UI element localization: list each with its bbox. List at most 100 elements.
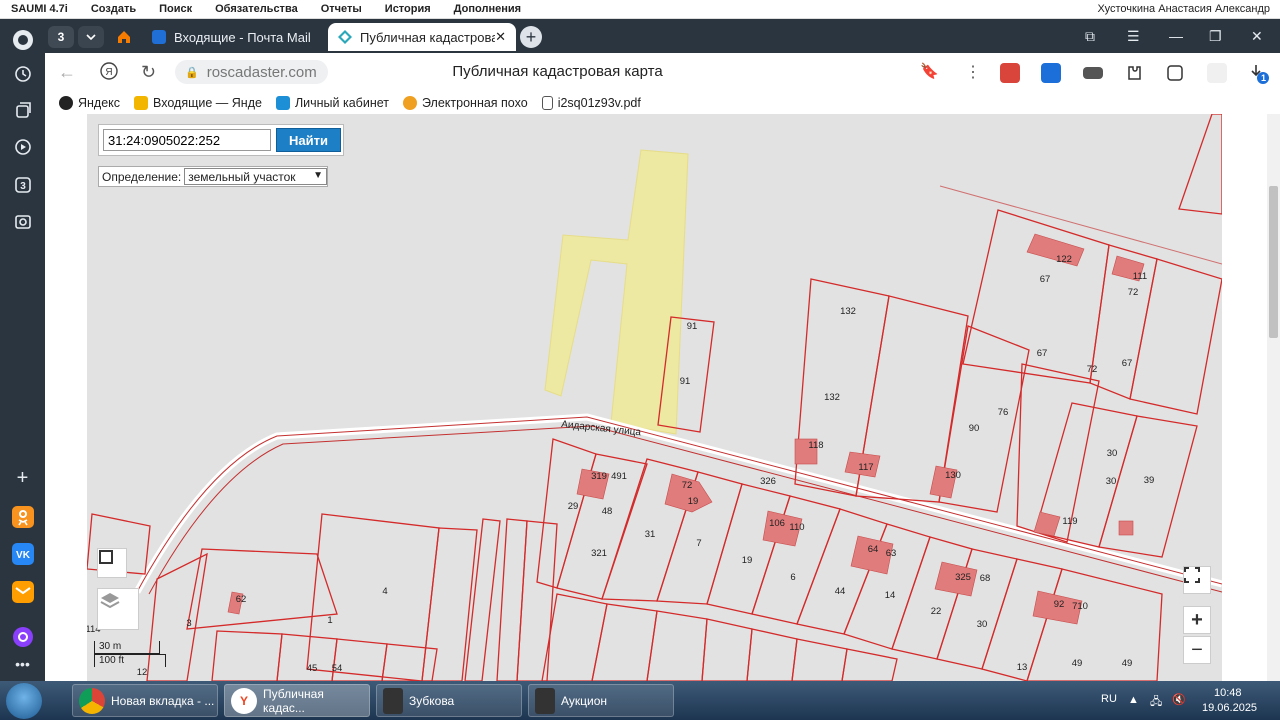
find-button[interactable]: Найти <box>276 128 341 152</box>
menu-search[interactable]: Поиск <box>148 3 204 15</box>
new-tab-button[interactable]: + <box>520 26 542 48</box>
menu-reports[interactable]: Отчеты <box>310 3 374 15</box>
chevron-down-icon: ▼ <box>313 170 323 181</box>
messenger-icon[interactable] <box>10 624 35 649</box>
history-icon[interactable] <box>10 61 35 86</box>
alice-icon[interactable] <box>10 27 35 52</box>
parcel-number-label: 710 <box>1072 601 1088 612</box>
fullscreen-button[interactable] <box>1183 566 1211 594</box>
volume-muted-icon[interactable]: 🔇 <box>1172 693 1186 706</box>
bookmark-cabinet[interactable]: Личный кабинет <box>275 95 389 110</box>
language-indicator[interactable]: RU <box>1101 693 1117 705</box>
clock-time[interactable]: 10:48 <box>1214 687 1242 699</box>
menu-app-name[interactable]: SAUMI 4.7i <box>0 3 80 15</box>
mail-icon <box>134 95 149 110</box>
parcel-number-label: 319 <box>591 471 607 482</box>
parcel-number-label: 326 <box>760 476 776 487</box>
clock-date[interactable]: 19.06.2025 <box>1202 702 1257 714</box>
tray-expand-icon[interactable]: ▲ <box>1128 694 1139 706</box>
close-window-icon[interactable]: ✕ <box>1251 28 1263 45</box>
definition-select[interactable]: земельный участок ▼ <box>184 168 327 185</box>
app-menubar: SAUMI 4.7i Создать Поиск Обязательства О… <box>0 0 1280 19</box>
bookmark-mail[interactable]: Входящие — Янде <box>134 95 262 110</box>
extension-1-icon[interactable] <box>1000 63 1020 83</box>
add-icon[interactable]: + <box>10 466 35 491</box>
browser-sidebar: 3 + VK ••• <box>0 19 45 681</box>
screenshot-icon[interactable] <box>10 209 35 234</box>
yandex-icon[interactable]: Я <box>100 62 118 85</box>
selected-parcel[interactable] <box>544 149 689 435</box>
menu-icon[interactable]: ☰ <box>1127 28 1140 45</box>
close-tab-icon[interactable]: ✕ <box>495 29 506 45</box>
taskbar-item-auction[interactable]: Аукцион <box>528 684 674 717</box>
home-icon[interactable] <box>111 26 137 48</box>
parcel-number-label: 4 <box>382 586 387 597</box>
bookmark-tabs-icon[interactable]: ⧉ <box>1085 28 1095 45</box>
cadastral-number-input[interactable] <box>103 129 271 151</box>
zoom-in-button[interactable]: + <box>1183 606 1211 634</box>
bookmark-electronic[interactable]: Электронная похо <box>402 95 528 110</box>
odnoklassniki-icon[interactable] <box>10 504 35 529</box>
counter-icon[interactable]: 3 <box>10 172 35 197</box>
parcel-number-label: 64 <box>868 544 879 555</box>
layers-button[interactable] <box>97 588 139 630</box>
start-button[interactable] <box>6 683 42 719</box>
more-icon[interactable]: ••• <box>10 651 35 676</box>
parcel-number-label: 325 <box>955 572 971 583</box>
tabs-dropdown-icon[interactable] <box>78 26 104 48</box>
parcel-number-label: 30 <box>1106 476 1117 487</box>
bookmark-pdf[interactable]: i2sq01z93v.pdf <box>541 95 641 110</box>
vk-icon[interactable]: VK <box>10 541 35 566</box>
bookmark-yandex[interactable]: Яндекс <box>59 95 120 110</box>
parcel-number-label: 321 <box>591 548 607 559</box>
url-field[interactable]: 🔒 roscadaster.com <box>175 60 328 84</box>
mail-app-icon[interactable] <box>10 579 35 604</box>
network-icon[interactable]: 🖧 <box>1150 693 1162 712</box>
parcel-number-label: 7 <box>696 538 701 549</box>
taskbar-item-zubkova[interactable]: Зубкова <box>376 684 522 717</box>
parcel-number-label: 49 <box>1122 658 1133 669</box>
extension-4-icon[interactable] <box>1207 63 1227 83</box>
app-icon <box>383 687 403 714</box>
tab-counter[interactable]: 3 <box>48 26 74 48</box>
parcel-number-label: 491 <box>611 471 627 482</box>
extensions-icon[interactable] <box>1124 63 1144 83</box>
page-scrollbar[interactable] <box>1267 114 1280 681</box>
tab-cadastral[interactable]: Публичная кадастрова ✕ <box>328 23 516 51</box>
collections-icon[interactable] <box>10 97 35 122</box>
zoom-out-button[interactable]: − <box>1183 636 1211 664</box>
extension-3-icon[interactable] <box>1083 67 1103 79</box>
parcel-number-label: 22 <box>931 606 942 617</box>
tab-mail-label: Входящие - Почта Mail <box>174 29 311 45</box>
taskbar-item-chrome[interactable]: Новая вкладка - ... <box>72 684 218 717</box>
svg-text:3: 3 <box>20 181 26 192</box>
menu-history[interactable]: История <box>374 3 443 15</box>
parcel-number-label: 30 <box>977 619 988 630</box>
profile-icon[interactable] <box>1165 63 1185 83</box>
back-icon[interactable]: ← <box>58 62 76 83</box>
menu-obligations[interactable]: Обязательства <box>204 3 310 15</box>
restore-icon[interactable]: ❐ <box>1209 28 1222 45</box>
menu-create[interactable]: Создать <box>80 3 148 15</box>
tab-mail[interactable]: Входящие - Почта Mail <box>142 23 325 51</box>
menu-addons[interactable]: Дополнения <box>443 3 533 15</box>
parcel-number-label: 30 <box>1107 448 1118 459</box>
map-frame-button[interactable] <box>97 548 127 578</box>
parcel-number-label: 132 <box>824 392 840 403</box>
parcel-number-label: 19 <box>742 555 753 566</box>
map-canvas[interactable]: 9191132132122676711172726776901181171303… <box>87 114 1222 681</box>
bookmark-icon[interactable]: 🔖 <box>920 62 939 80</box>
taskbar-item-yandex[interactable]: Y Публичная кадас... <box>224 684 370 717</box>
bookmark-label: Входящие — Янде <box>153 95 262 110</box>
scrollbar-thumb[interactable] <box>1269 186 1278 338</box>
parcel-number-label: 130 <box>945 470 961 481</box>
reload-icon[interactable]: ↻ <box>141 62 156 83</box>
extension-2-icon[interactable] <box>1041 63 1061 83</box>
parcel-number-label: 76 <box>998 407 1009 418</box>
scale-m: 30 m <box>94 641 160 654</box>
minimize-icon[interactable]: — <box>1169 28 1183 44</box>
kebab-menu-icon[interactable]: ⋮ <box>965 62 981 82</box>
parcel-number-label: 67 <box>1122 358 1133 369</box>
cadastral-map[interactable]: 91 91 132 132 122 67 67 111 72 72 67 76 90 118 117 130 3… <box>87 114 1222 681</box>
video-icon[interactable] <box>10 134 35 159</box>
